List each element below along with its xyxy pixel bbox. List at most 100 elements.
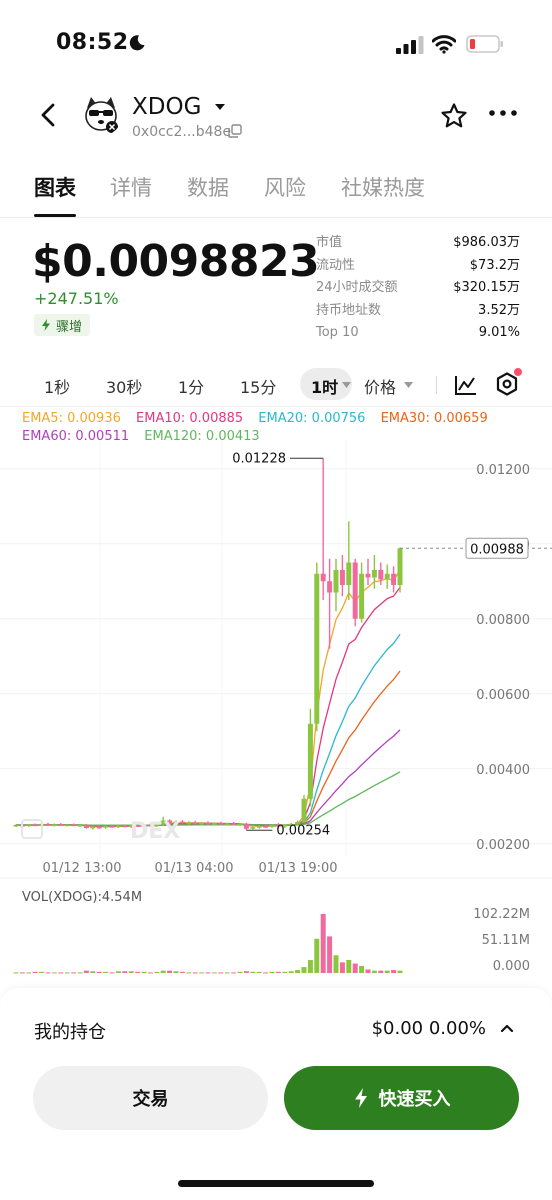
- volume-bar: [205, 972, 211, 974]
- candle-body: [314, 573, 320, 724]
- ema-line: [16, 729, 401, 827]
- candle-body: [109, 826, 115, 828]
- volume-bar: [365, 969, 371, 973]
- interval-30s[interactable]: 30秒: [106, 374, 142, 398]
- volume-bar: [295, 970, 301, 973]
- candle-body: [32, 824, 38, 827]
- caret-down-icon[interactable]: [214, 102, 226, 112]
- volume-bar: [237, 971, 243, 973]
- candle-body: [211, 823, 217, 825]
- stat-value: $986.03万: [453, 235, 520, 250]
- stat-value: $320.15万: [453, 280, 520, 295]
- tab-details[interactable]: 详情: [110, 172, 152, 202]
- interval-1s[interactable]: 1秒: [44, 374, 70, 398]
- price-mode-select[interactable]: 价格: [364, 374, 396, 398]
- volume-bar: [83, 970, 89, 973]
- candle-body: [103, 826, 109, 828]
- price-chart[interactable]: 0.012000.010000.008000.006000.004000.002…: [0, 440, 552, 880]
- chart-grid: [0, 440, 552, 879]
- volume-bar: [314, 938, 320, 973]
- volume-bar: [327, 936, 333, 973]
- price-axis-label: 0.00600: [476, 688, 530, 703]
- candle-body: [224, 823, 230, 825]
- interval-caret-icon[interactable]: [342, 382, 351, 388]
- status-bar: 08:52: [0, 0, 552, 80]
- volume-bar: [154, 971, 160, 973]
- candle-body: [115, 825, 121, 828]
- indicator-chart-icon[interactable]: [454, 374, 478, 396]
- candle-body: [96, 826, 102, 829]
- volume-bar: [333, 955, 339, 973]
- volume-bar: [13, 972, 19, 974]
- ema-line: [15, 587, 401, 827]
- candle-body: [45, 823, 51, 826]
- candle-body: [13, 825, 19, 827]
- surge-badge: 骤增: [34, 314, 91, 336]
- interval-1h[interactable]: 1时: [311, 374, 338, 398]
- interval-bar: 1秒 30秒 1分 15分 1时 价格: [0, 366, 552, 404]
- volume-bar: [288, 971, 294, 973]
- current-price-text: 0.00988: [470, 542, 524, 557]
- tab-chart[interactable]: 图表: [34, 172, 76, 202]
- moon-icon: [129, 35, 145, 51]
- ema-line: [15, 569, 401, 828]
- stat-24h-volume: 24小时成交额 $320.15万: [316, 277, 520, 300]
- candle-body: [359, 573, 365, 619]
- tab-data[interactable]: 数据: [187, 172, 229, 202]
- candle-body: [58, 824, 64, 826]
- signal-icon: [396, 36, 424, 54]
- stat-value: $73.2万: [469, 257, 520, 273]
- volume-bar: [45, 972, 51, 974]
- ema5-label: EMA5: 0.00936: [22, 411, 121, 426]
- more-options-icon[interactable]: [488, 108, 518, 118]
- price-mode-caret-icon[interactable]: [404, 382, 413, 388]
- trade-button[interactable]: 交易: [33, 1066, 268, 1130]
- low-price-label: 0.00254: [276, 823, 330, 838]
- volume-bar: [51, 972, 57, 974]
- lightning-icon: [354, 1088, 367, 1108]
- volume-bar: [160, 970, 166, 973]
- candle-body: [320, 573, 326, 582]
- candle-body: [205, 822, 211, 825]
- tab-social-heat[interactable]: 社媒热度: [341, 172, 425, 202]
- price-axis-label: 0.00400: [476, 763, 530, 778]
- ema-lines: [15, 569, 401, 828]
- back-arrow-icon[interactable]: [38, 102, 60, 128]
- volume-bar: [352, 963, 358, 973]
- home-indicator: [178, 1180, 374, 1187]
- volume-bar: [307, 960, 313, 973]
- stat-market-cap: 市值 $986.03万: [316, 232, 520, 255]
- candle-body: [269, 825, 275, 827]
- chart-settings-icon[interactable]: [496, 372, 518, 396]
- price-axis-label: 0.00800: [476, 613, 530, 628]
- quick-buy-button[interactable]: 快速买入: [284, 1066, 519, 1130]
- volume-bar: [320, 914, 326, 973]
- volume-bar: [218, 972, 224, 974]
- stat-label: 市值: [316, 235, 343, 250]
- divider: [436, 376, 437, 394]
- volume-bar: [26, 972, 32, 974]
- copy-icon[interactable]: [228, 124, 242, 138]
- candle-body: [307, 723, 313, 799]
- chevron-up-icon[interactable]: [500, 1023, 514, 1033]
- tab-risk[interactable]: 风险: [264, 172, 306, 202]
- interval-1m[interactable]: 1分: [178, 374, 204, 398]
- candle-body: [346, 562, 352, 585]
- candle-body: [371, 570, 377, 578]
- candle-body: [237, 823, 243, 826]
- current-price: $0.0098823: [32, 236, 320, 287]
- volume-bar: [115, 971, 121, 973]
- candle-body: [199, 822, 205, 825]
- watermark-icon: [21, 819, 43, 839]
- volume-bar: [224, 972, 230, 974]
- volume-bar: [275, 971, 281, 973]
- candle-body: [339, 570, 345, 585]
- time-axis-label: 01/13 19:00: [258, 861, 337, 876]
- volume-bar: [141, 971, 147, 973]
- token-name[interactable]: XDOG: [132, 94, 201, 120]
- battery-low-icon: [466, 35, 503, 53]
- volume-chart: 102.22M 51.11M 0.000: [13, 907, 530, 974]
- volume-bar: [71, 972, 77, 974]
- interval-15m[interactable]: 15分: [240, 374, 276, 398]
- star-icon[interactable]: [440, 102, 468, 130]
